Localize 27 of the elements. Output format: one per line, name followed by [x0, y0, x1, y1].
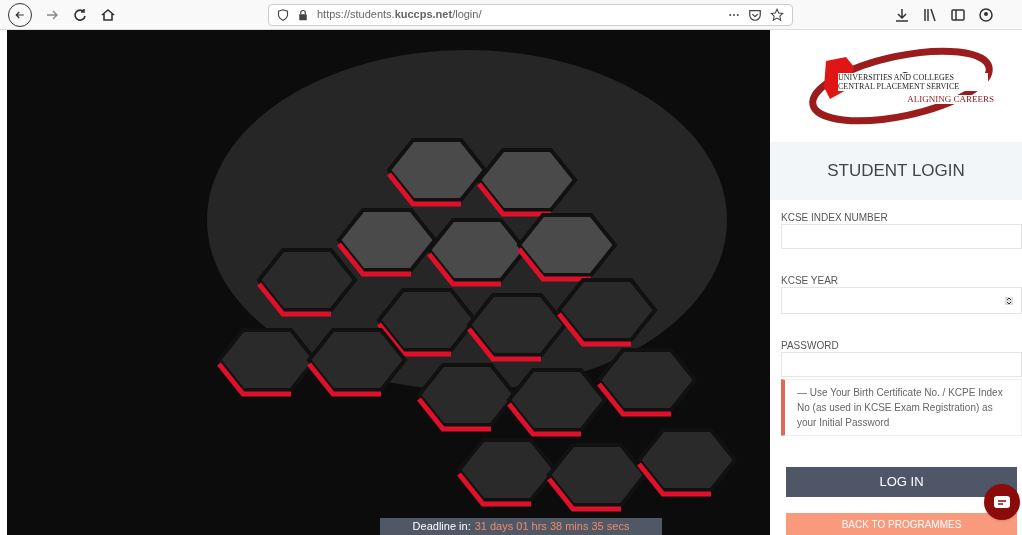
pocket-icon[interactable]	[748, 7, 762, 22]
chat-icon	[994, 496, 1010, 508]
lock-icon	[297, 8, 309, 21]
home-icon[interactable]	[100, 6, 116, 23]
input-field[interactable]	[781, 224, 1022, 249]
reload-icon[interactable]	[72, 6, 88, 23]
field-label: KCSE INDEX NUMBER	[781, 211, 889, 224]
shield-icon	[277, 8, 289, 21]
spinner-icon[interactable]	[1005, 296, 1013, 305]
deadline-label: Deadline in:	[412, 519, 471, 535]
download-icon[interactable]	[894, 6, 910, 23]
login-button[interactable]: LOG IN	[786, 467, 1017, 497]
year-field[interactable]	[781, 287, 1022, 314]
deadline-countdown: 31 days 01 hrs 38 mins 35 secs	[474, 519, 630, 535]
sidebar-icon[interactable]	[950, 6, 966, 23]
field-label: PASSWORD	[781, 339, 840, 352]
password-hint: — Use Your Birth Certificate No. / KCPE Index No (as used in KCSE Exam Registration) as your Initial Password	[781, 379, 1022, 436]
password-field[interactable]	[781, 352, 1022, 377]
library-icon[interactable]	[922, 6, 938, 23]
field-label: KCSE YEAR	[781, 274, 840, 287]
address-bar[interactable]: https://students.kuccps.net/login/	[268, 3, 793, 26]
login-title: STUDENT LOGIN	[827, 160, 965, 183]
logo-tagline: UNIVERSITIES AND COLLEGES CENTRAL PLACEMENT SERVICE	[838, 72, 988, 91]
star-icon[interactable]	[770, 7, 784, 22]
logo-motto: ALIGNING CAREERS	[905, 94, 996, 104]
url-text: https://students.kuccps.net/login/	[317, 7, 482, 23]
account-icon[interactable]	[978, 6, 994, 23]
